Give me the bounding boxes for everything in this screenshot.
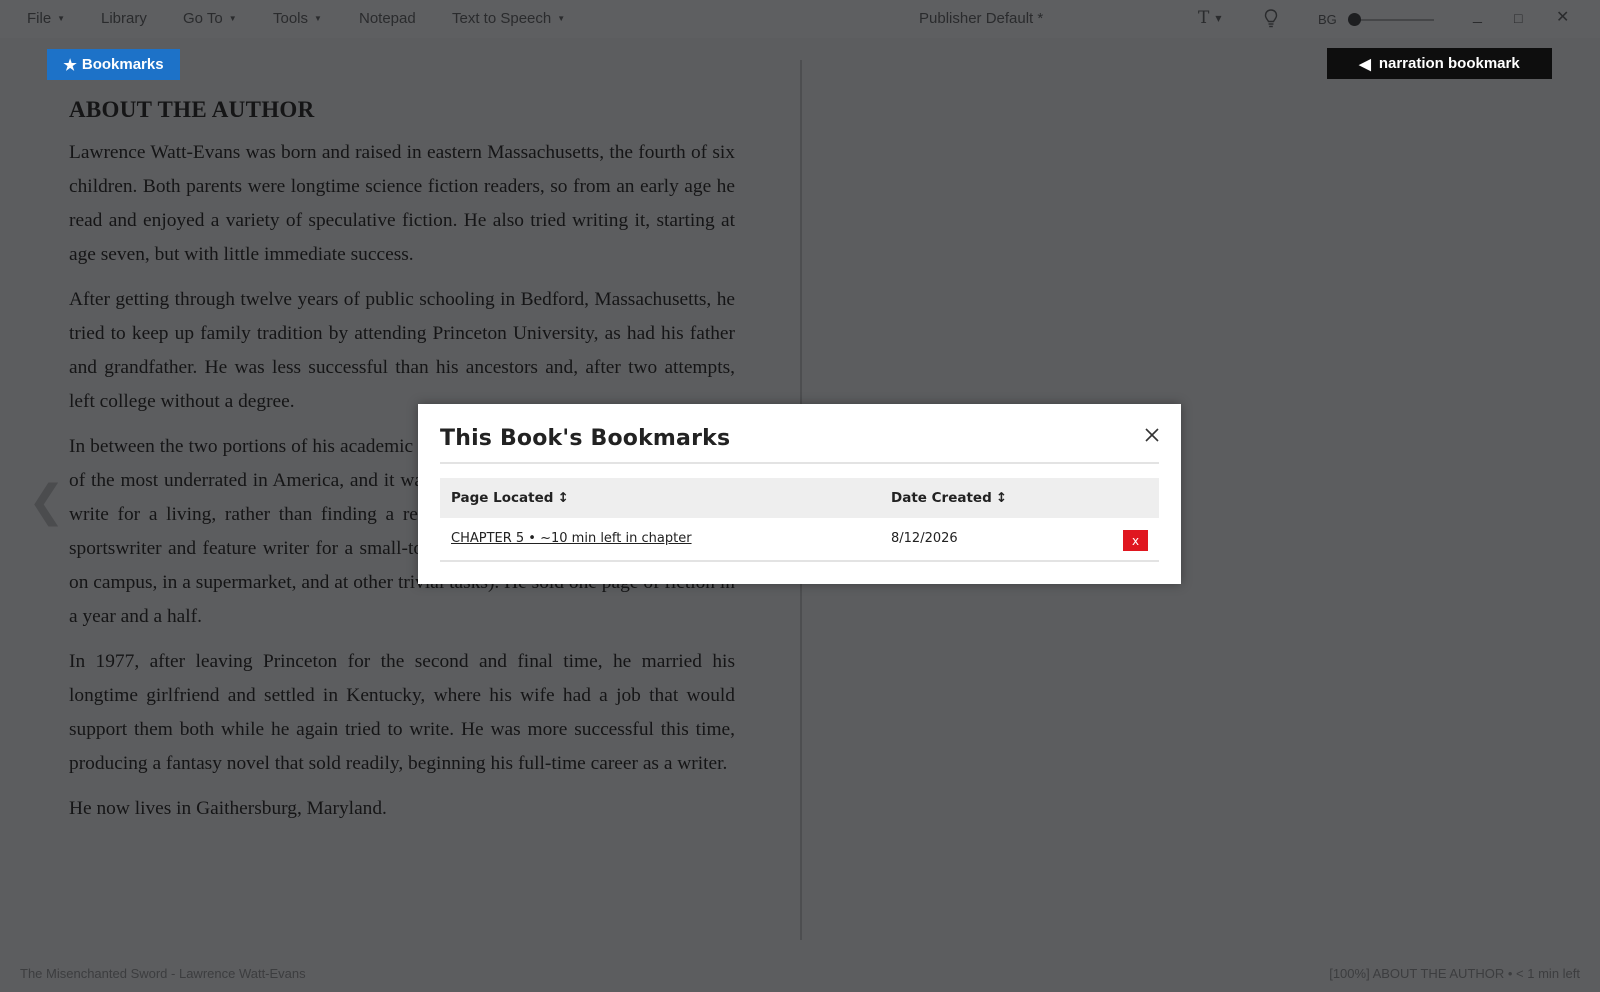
bookmarks-button[interactable]: ★ Bookmarks: [47, 49, 180, 80]
menu-notepad[interactable]: Notepad: [359, 10, 416, 27]
paragraph: He now lives in Gaithersburg, Maryland.: [69, 798, 387, 819]
background-slider-track[interactable]: [1354, 19, 1434, 21]
narration-bookmark-label: narration bookmark: [1378, 55, 1520, 72]
menu-file-label: File: [27, 10, 52, 27]
caret-down-icon: ▼: [57, 14, 66, 23]
menu-tts-label: Text to Speech: [452, 10, 552, 27]
menu-goto[interactable]: Go To ▼: [183, 10, 237, 27]
lightbulb-icon[interactable]: [1264, 9, 1278, 29]
column-header-date-created[interactable]: Date Created ↕: [891, 490, 1007, 506]
publisher-style-select[interactable]: Publisher Default *: [919, 10, 1043, 27]
caret-down-icon: ▼: [228, 14, 237, 23]
column-header-label: Page Located: [451, 490, 554, 506]
minimize-button[interactable]: _: [1473, 7, 1482, 25]
caret-down-icon: ▼: [557, 14, 566, 23]
delete-bookmark-button[interactable]: x: [1123, 530, 1148, 551]
book-title-status: The Misenchanted Sword - Lawrence Watt-E…: [20, 966, 306, 981]
close-icon[interactable]: [1143, 426, 1161, 444]
menu-tools-label: Tools: [273, 10, 309, 27]
dialog-divider: [440, 462, 1159, 464]
caret-down-icon: ▼: [1215, 13, 1222, 23]
menu-library-label: Library: [101, 10, 147, 27]
bookmarks-dialog: This Book's Bookmarks Page Located ↕ Dat…: [418, 404, 1181, 584]
chapter-heading: ABOUT THE AUTHOR: [69, 97, 315, 122]
menu-file[interactable]: File ▼: [27, 10, 65, 27]
menu-text-to-speech[interactable]: Text to Speech ▼: [452, 10, 565, 27]
narration-bookmark-button[interactable]: ◀ narration bookmark: [1327, 48, 1552, 79]
reader-window: File ▼ Library Go To ▼ Tools ▼ Notepad Text…: [0, 0, 1600, 992]
table-header: Page Located ↕ Date Created ↕: [440, 478, 1159, 518]
caret-down-icon: ▼: [314, 14, 322, 23]
background-label: BG: [1318, 12, 1337, 27]
menu-goto-label: Go To: [183, 10, 223, 27]
bookmark-location-link[interactable]: CHAPTER 5 • ~10 min left in chapter: [451, 531, 692, 546]
close-window-button[interactable]: ✕: [1556, 7, 1569, 27]
dialog-title: This Book's Bookmarks: [440, 426, 731, 451]
maximize-button[interactable]: □: [1514, 10, 1522, 26]
star-icon: ★: [63, 56, 77, 74]
background-slider-handle[interactable]: [1348, 13, 1361, 26]
table-row: CHAPTER 5 • ~10 min left in chapter 8/12…: [440, 518, 1159, 562]
sort-icon: ↕: [557, 490, 569, 506]
bookmarks-table: Page Located ↕ Date Created ↕ CHAPTER 5 …: [440, 478, 1159, 562]
progress-status: [100%] ABOUT THE AUTHOR • < 1 min left: [1329, 966, 1580, 981]
column-header-page-located[interactable]: Page Located ↕: [451, 490, 569, 506]
menu-notepad-label: Notepad: [359, 10, 416, 27]
bookmarks-button-label: Bookmarks: [81, 56, 164, 73]
bookmark-date: 8/12/2026: [891, 531, 958, 546]
paragraph: In 1977, after leaving Princeton for the…: [69, 651, 735, 774]
status-bar: The Misenchanted Sword - Lawrence Watt-E…: [0, 960, 1600, 986]
column-header-label: Date Created: [891, 490, 992, 506]
previous-page-icon[interactable]: ❮: [28, 476, 65, 527]
paragraph: After getting through twelve years of pu…: [69, 289, 735, 412]
paragraph: Lawrence Watt-Evans was born and raised …: [69, 142, 735, 265]
menu-bar: File ▼ Library Go To ▼ Tools ▼ Notepad Text…: [0, 0, 1600, 38]
menu-tools[interactable]: Tools ▼: [273, 10, 322, 27]
play-back-icon: ◀: [1359, 55, 1371, 73]
sort-icon: ↕: [995, 490, 1008, 506]
menu-library[interactable]: Library: [101, 10, 147, 27]
font-icon: T: [1198, 8, 1210, 28]
font-settings-button[interactable]: T ▼: [1198, 8, 1222, 28]
